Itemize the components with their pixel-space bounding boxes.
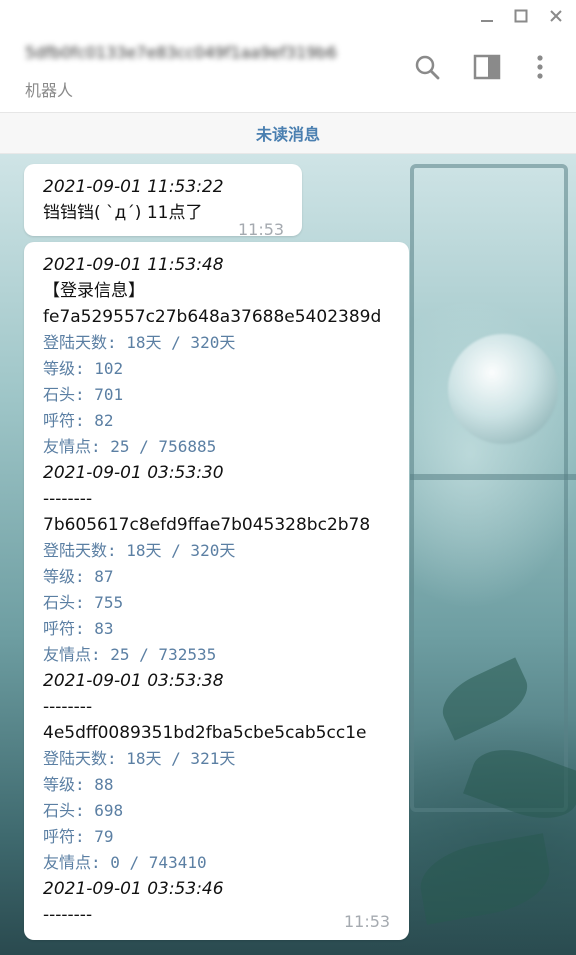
message-stat-line: 等级: 87 [43, 567, 114, 586]
message-timestamp: 2021-09-01 03:53:46 [43, 879, 224, 899]
window-titlebar [0, 0, 576, 32]
minimize-button[interactable] [472, 0, 502, 32]
message-account-id: fe7a529557c27b648a37688e5402389d [43, 307, 382, 327]
message-stat-line: 呼符: 83 [43, 619, 114, 638]
maximize-icon [514, 9, 528, 23]
message-timestamp: 2021-09-01 11:53:48 [43, 255, 224, 275]
message-account-id: 4e5dff0089351bd2fba5cbe5cab5cc1e [43, 723, 367, 743]
message-stat-line: 呼符: 79 [43, 827, 114, 846]
message-time: 11:53 [238, 220, 285, 239]
more-vertical-icon [536, 54, 544, 84]
message-stat-line: 等级: 102 [43, 359, 124, 378]
message-bubble[interactable]: 2021-09-01 11:53:48 【登录信息】 fe7a529557c27b6… [24, 242, 409, 940]
message-stat-line: 石头: 755 [43, 593, 124, 612]
background-leaf [414, 833, 556, 925]
message-stat-line: 等级: 88 [43, 775, 114, 794]
unread-messages-bar: 未读消息 [0, 113, 576, 154]
chat-background: 2021-09-01 11:53:22 铛铛铛( `д´) 11点了 11:53… [0, 154, 576, 955]
search-icon [414, 54, 440, 84]
message-stat-line: 登陆天数: 18天 / 321天 [43, 749, 236, 768]
message-text: 【登录信息】 [43, 281, 145, 301]
message-account-id: 7b605617c8efd9ffae7b045328bc2b78 [43, 515, 371, 535]
message-time: 11:53 [344, 912, 391, 931]
message-stat-line: 石头: 698 [43, 801, 124, 820]
chat-subtitle: 机器人 [25, 81, 74, 100]
chat-header: 5dfb0fc0133e7e83cc049f1aa9ef319b6 机器人 [0, 32, 576, 113]
message-stat-line: 友情点: 25 / 756885 [43, 437, 217, 456]
chat-title[interactable]: 5dfb0fc0133e7e83cc049f1aa9ef319b6 [25, 43, 360, 67]
background-glass-orb [448, 334, 558, 444]
message-text: -------- [43, 489, 93, 509]
sidebar-toggle-icon [473, 54, 501, 84]
message-timestamp: 2021-09-01 03:53:38 [43, 671, 224, 691]
message-text: -------- [43, 697, 93, 717]
message-bubble[interactable]: 2021-09-01 11:53:22 铛铛铛( `д´) 11点了 11:53 [24, 164, 302, 239]
background-window-bar [410, 474, 576, 480]
message-stat-line: 友情点: 0 / 743410 [43, 853, 207, 872]
message-stat-line: 友情点: 25 / 732535 [43, 645, 217, 664]
message-text: -------- [43, 905, 93, 925]
more-options-button[interactable] [525, 54, 555, 84]
maximize-button[interactable] [506, 0, 536, 32]
unread-messages-label: 未读消息 [255, 125, 320, 144]
message-stat-line: 登陆天数: 18天 / 320天 [43, 333, 236, 352]
message-text: 铛铛铛( `д´) 11点了 [43, 203, 203, 223]
sidebar-toggle-button[interactable] [472, 54, 502, 84]
minimize-icon [480, 9, 494, 23]
message-timestamp: 2021-09-01 11:53:22 [43, 177, 224, 197]
close-button[interactable] [541, 0, 571, 32]
message-stat-line: 登陆天数: 18天 / 320天 [43, 541, 236, 560]
message-stat-line: 石头: 701 [43, 385, 124, 404]
close-icon [549, 9, 563, 23]
message-timestamp: 2021-09-01 03:53:30 [43, 463, 224, 483]
message-stat-line: 呼符: 82 [43, 411, 114, 430]
search-button[interactable] [412, 54, 442, 84]
